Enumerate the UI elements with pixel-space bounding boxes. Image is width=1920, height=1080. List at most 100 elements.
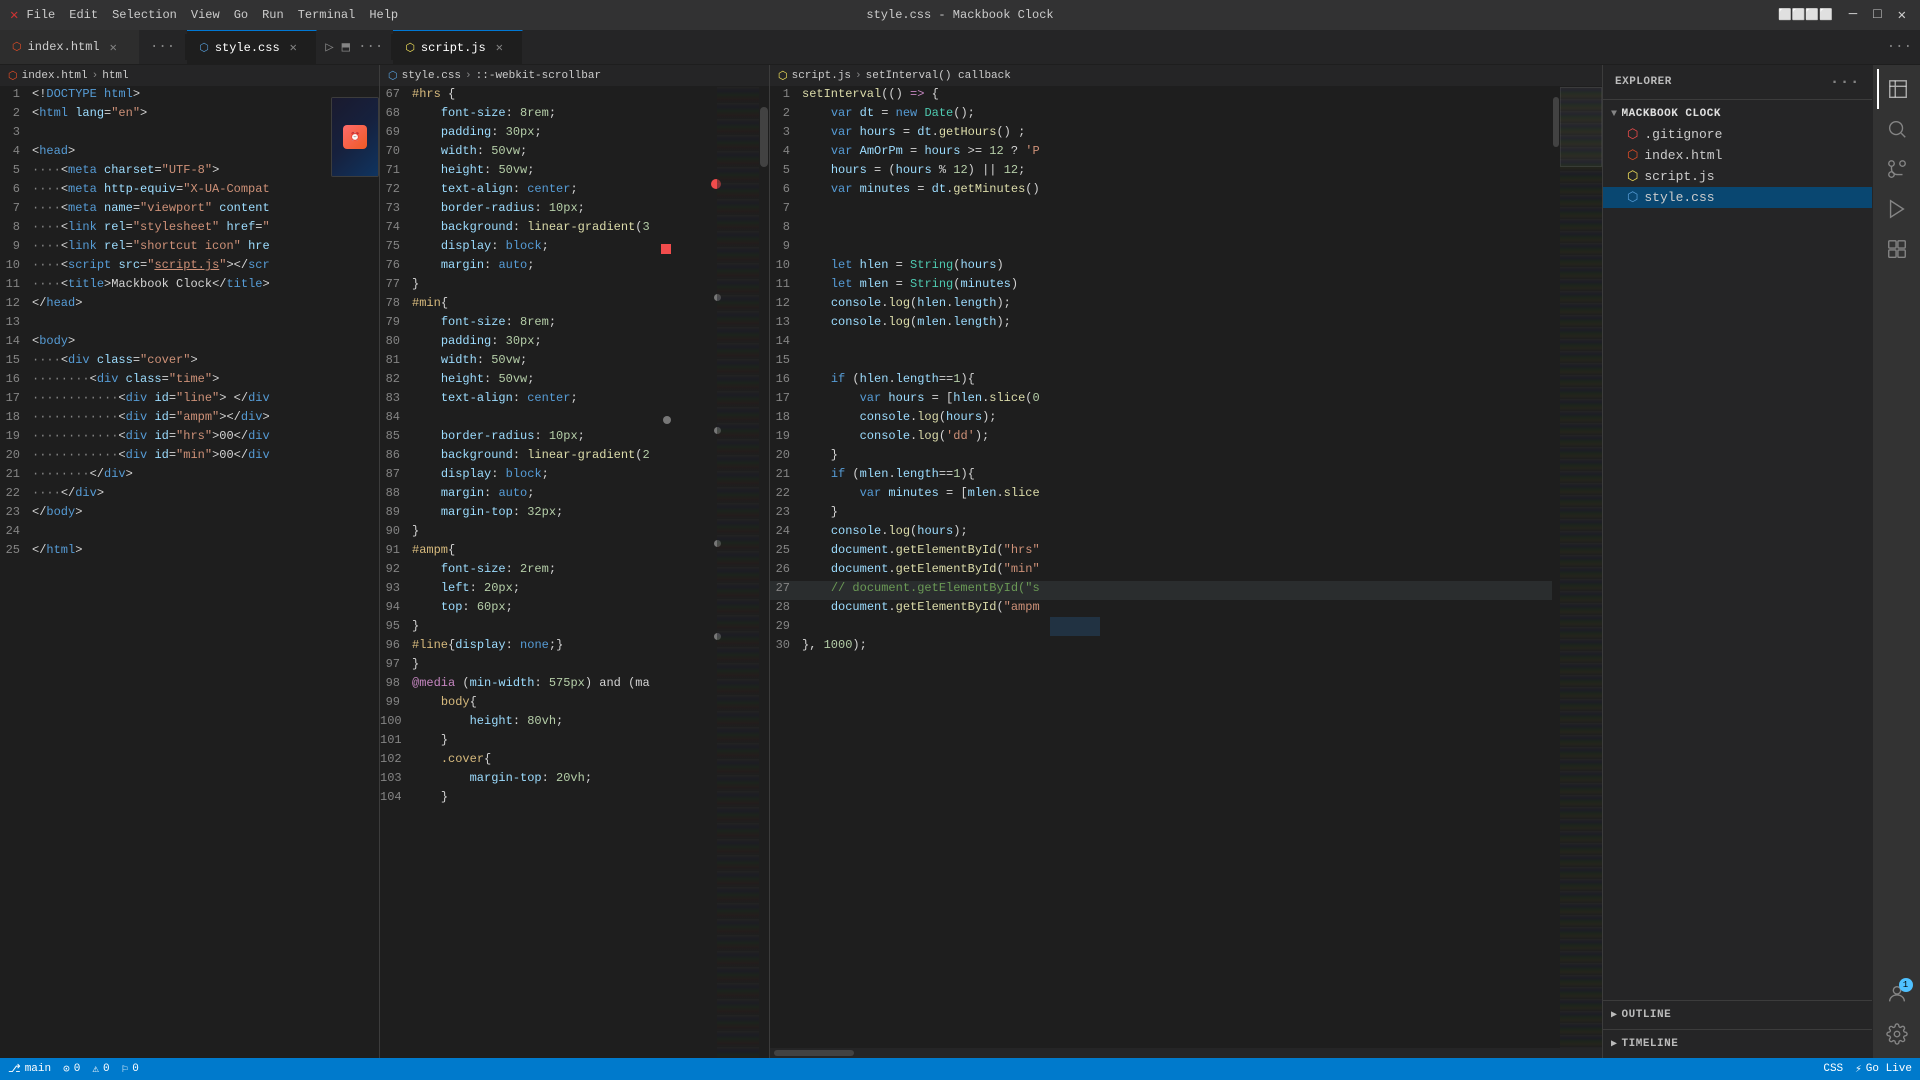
run-icon[interactable]: ▷: [325, 39, 333, 56]
code-line: 21········</div>: [0, 467, 379, 486]
menu-go[interactable]: Go: [234, 8, 248, 22]
right-code-editor[interactable]: 1setInterval(() => { 2 var dt = new Date…: [770, 87, 1602, 1048]
code-line: 14: [770, 334, 1552, 353]
code-line: 8: [770, 220, 1552, 239]
outline-header[interactable]: ▶ OUTLINE: [1603, 1005, 1872, 1025]
code-line: 19············<div id="hrs">00</div: [0, 429, 379, 448]
breadcrumb-file[interactable]: script.js: [792, 70, 851, 82]
code-line: 98@media (min-width: 575px) and (ma: [380, 676, 719, 695]
activity-search[interactable]: [1877, 109, 1917, 149]
tab-close-icon[interactable]: ✕: [290, 40, 297, 55]
code-line: 30}, 1000);: [770, 638, 1552, 657]
code-line: 6····<meta http-equiv="X-UA-Compat: [0, 182, 379, 201]
tab-label: index.html: [28, 40, 100, 54]
code-line: 104 }: [380, 790, 719, 809]
activity-settings[interactable]: [1877, 1014, 1917, 1054]
menu-edit[interactable]: Edit: [69, 8, 98, 22]
status-go-live[interactable]: ⚡ Go Live: [1855, 1062, 1912, 1076]
app-logo: ✕: [10, 7, 18, 24]
code-line: 24 console.log(hours);: [770, 524, 1552, 543]
left-code-editor[interactable]: 1<!DOCTYPE html> 2<html lang="en"> 3 4<h…: [0, 87, 379, 1058]
code-line: 15: [770, 353, 1552, 372]
go-live-label: Go Live: [1866, 1063, 1912, 1075]
code-line: 20 }: [770, 448, 1552, 467]
menu-view[interactable]: View: [191, 8, 220, 22]
code-line: 13: [0, 315, 379, 334]
maximize-button[interactable]: □: [1869, 7, 1885, 23]
code-line: 93 left: 20px;: [380, 581, 719, 600]
tab-more-button[interactable]: ···: [140, 30, 185, 64]
code-line: 4<head>: [0, 144, 379, 163]
middle-code-editor[interactable]: 67#hrs { 68 font-size: 8rem; 69 padding:…: [380, 87, 769, 1058]
code-line: 21 if (mlen.length==1){: [770, 467, 1552, 486]
js-file-icon: ⬡: [1627, 169, 1638, 184]
split-editor-icon[interactable]: ⬒: [342, 39, 350, 56]
code-line: 22····</div>: [0, 486, 379, 505]
minimize-button[interactable]: ─: [1845, 7, 1861, 23]
menu-terminal[interactable]: Terminal: [298, 8, 356, 22]
breadcrumb-element[interactable]: html: [102, 70, 128, 82]
breadcrumb-selector[interactable]: ::-webkit-scrollbar: [476, 70, 601, 82]
tab-close-icon[interactable]: ✕: [496, 40, 503, 55]
code-line: 8····<link rel="stylesheet" href=": [0, 220, 379, 239]
status-warnings[interactable]: ⚐ 0: [122, 1062, 139, 1076]
status-bar-right: CSS ⚡ Go Live: [1823, 1062, 1912, 1076]
menu-help[interactable]: Help: [369, 8, 398, 22]
timeline-header[interactable]: ▶ TIMELINE: [1603, 1034, 1872, 1054]
code-line: 78#min{: [380, 296, 719, 315]
breadcrumb-file[interactable]: index.html: [22, 70, 88, 82]
explorer-more-icon[interactable]: ···: [1830, 73, 1860, 91]
breadcrumb-function[interactable]: setInterval() callback: [866, 70, 1011, 82]
menu-run[interactable]: Run: [262, 8, 284, 22]
error-icon: ⚠: [92, 1062, 99, 1076]
tab-label: script.js: [421, 41, 486, 55]
status-branch[interactable]: ⎇ main: [8, 1062, 51, 1076]
status-sync[interactable]: ⊙ 0: [63, 1062, 80, 1076]
status-errors[interactable]: ⚠ 0: [92, 1062, 109, 1076]
file-name: .gitignore: [1644, 127, 1722, 142]
code-line: 17············<div id="line"> </div: [0, 391, 379, 410]
breadcrumb-file[interactable]: style.css: [402, 70, 461, 82]
explorer-item-index-html[interactable]: ⬡ index.html: [1603, 145, 1872, 166]
status-language[interactable]: CSS: [1823, 1063, 1843, 1075]
code-line: 87 display: block;: [380, 467, 719, 486]
code-line: 19 console.log('dd');: [770, 429, 1552, 448]
code-line: 23</body>: [0, 505, 379, 524]
menu-selection[interactable]: Selection: [112, 8, 177, 22]
code-line: 84: [380, 410, 719, 429]
activity-extensions[interactable]: [1877, 229, 1917, 269]
code-line: 3 var hours = dt.getHours() ;: [770, 125, 1552, 144]
tab-close-icon[interactable]: ✕: [110, 40, 117, 55]
close-button[interactable]: ✕: [1894, 7, 1910, 24]
window-controls: ⬜⬜⬜⬜ ─ □ ✕: [1774, 7, 1910, 24]
explorer-item-gitignore[interactable]: ⬡ .gitignore: [1603, 124, 1872, 145]
tab-style-css[interactable]: ⬡ style.css ✕: [187, 30, 317, 64]
more-actions-right[interactable]: ···: [1887, 39, 1912, 55]
code-line: 97}: [380, 657, 719, 676]
menu-file[interactable]: File: [26, 8, 55, 22]
code-line: 16 if (hlen.length==1){: [770, 372, 1552, 391]
activity-source-control[interactable]: [1877, 149, 1917, 189]
activity-explorer[interactable]: [1877, 69, 1917, 109]
code-line: 71 height: 50vw;: [380, 163, 719, 182]
code-line: 18 console.log(hours);: [770, 410, 1552, 429]
code-line: 75 display: block;: [380, 239, 719, 258]
more-actions-icon[interactable]: ···: [358, 39, 383, 55]
activity-run-debug[interactable]: [1877, 189, 1917, 229]
code-line: 1<!DOCTYPE html>: [0, 87, 379, 106]
middle-breadcrumb: ⬡ style.css › ::-webkit-scrollbar: [380, 65, 769, 87]
title-bar-left: ✕ File Edit Selection View Go Run Termin…: [10, 7, 398, 24]
code-line: 25</html>: [0, 543, 379, 562]
file-name: index.html: [1644, 148, 1722, 163]
code-line: 103 margin-top: 20vh;: [380, 771, 719, 790]
js-file-icon-crumb: ⬡: [778, 69, 788, 83]
branch-name: main: [25, 1063, 51, 1075]
tab-index-html[interactable]: ⬡ index.html ✕: [0, 30, 140, 64]
explorer-item-style-css[interactable]: ⬡ style.css: [1603, 187, 1872, 208]
activity-account[interactable]: 1: [1877, 974, 1917, 1014]
right-editor-panel: ⬡ script.js › setInterval() callback 1se…: [770, 65, 1602, 1058]
explorer-section-header[interactable]: ▼ MACKBOOK CLOCK: [1603, 104, 1872, 124]
tab-script-js[interactable]: ⬡ script.js ✕: [393, 30, 523, 64]
explorer-item-script-js[interactable]: ⬡ script.js: [1603, 166, 1872, 187]
code-line: 91#ampm{: [380, 543, 719, 562]
